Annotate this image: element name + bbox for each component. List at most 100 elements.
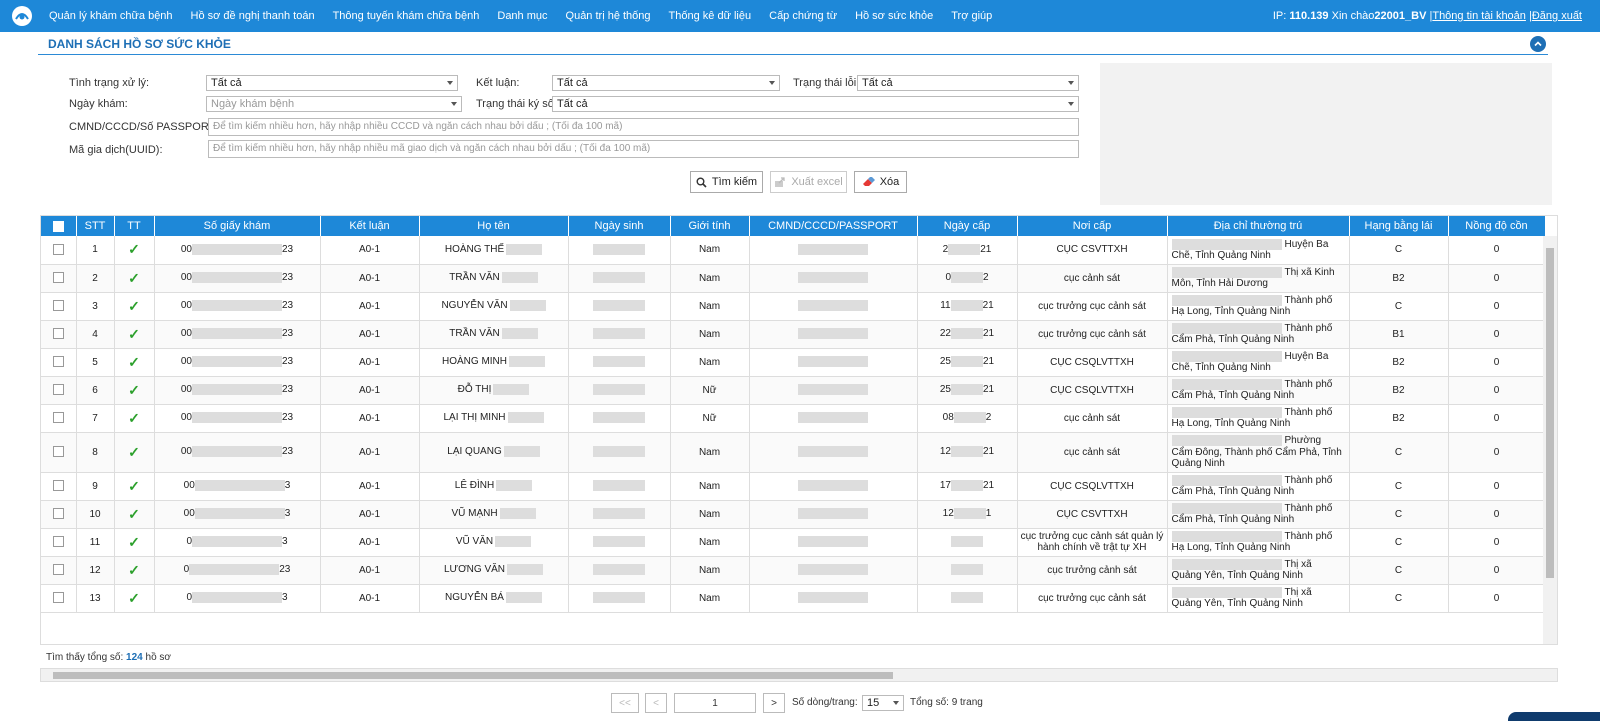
header-address[interactable]: Địa chỉ thường trú <box>1167 216 1350 236</box>
exam-number-suffix: 23 <box>282 272 294 284</box>
check-icon: ✓ <box>128 381 140 398</box>
header-issue-date[interactable]: Ngày cấp <box>917 216 1018 236</box>
nav-item-3[interactable]: Danh mục <box>497 10 547 22</box>
logout-link[interactable]: Đăng xuất <box>1532 10 1582 22</box>
select-all-checkbox[interactable] <box>52 220 64 232</box>
header-stt[interactable]: STT <box>76 216 115 236</box>
cell-full-name: TRẦN VĂN <box>419 320 569 349</box>
table-row[interactable]: 6 ✓ 00 23 A0-1 ĐỖ THỊ Nữ 25 21 CỤC CSQLVTTXH Thành… <box>41 376 1546 405</box>
cell-full-name: VŨ VĂN <box>419 528 569 557</box>
row-select[interactable] <box>41 320 77 349</box>
logo-icon[interactable] <box>11 5 33 27</box>
table-row[interactable]: 5 ✓ 00 23 A0-1 HOÀNG MINH Nam 25 21 CỤC CSQLVTTXH… <box>41 348 1546 377</box>
exam-date-input[interactable]: Ngày khám bệnh <box>206 96 462 112</box>
row-select[interactable] <box>41 348 77 377</box>
cell-issue-place: CỤC CSVTTXH <box>1017 236 1168 265</box>
redacted-block <box>507 564 543 576</box>
header-birth-date[interactable]: Ngày sinh <box>568 216 671 236</box>
row-select[interactable] <box>41 376 77 405</box>
row-checkbox[interactable] <box>52 356 64 368</box>
scrollbar-thumb[interactable] <box>53 672 893 679</box>
row-select[interactable] <box>41 236 77 265</box>
id-input[interactable]: Để tìm kiếm nhiều hơn, hãy nhập nhiều CC… <box>208 118 1079 136</box>
row-checkbox[interactable] <box>52 244 64 256</box>
row-select[interactable] <box>41 500 77 529</box>
row-checkbox[interactable] <box>52 300 64 312</box>
row-select[interactable] <box>41 432 77 473</box>
row-checkbox[interactable] <box>52 508 64 520</box>
horizontal-scrollbar[interactable] <box>40 668 1558 682</box>
header-issue-place[interactable]: Nơi cấp <box>1017 216 1168 236</box>
exam-number-prefix: 00 <box>180 300 192 312</box>
row-checkbox[interactable] <box>52 536 64 548</box>
nav-item-1[interactable]: Hồ sơ đề nghị thanh toán <box>191 10 315 22</box>
name-visible: HOÀNG THẾ <box>444 244 505 256</box>
header-id-number[interactable]: CMND/CCCD/PASSPORT <box>749 216 918 236</box>
nav-item-6[interactable]: Cấp chứng từ <box>769 10 837 22</box>
row-checkbox[interactable] <box>52 446 64 458</box>
header-conclusion[interactable]: Kết luận <box>320 216 420 236</box>
page-number-input[interactable]: 1 <box>674 693 756 713</box>
header-gender[interactable]: Giới tính <box>670 216 750 236</box>
table-row[interactable]: 10 ✓ 00 3 A0-1 VŨ MẠNH Nam 12 1 CỤC CSVTTXH Thành … <box>41 500 1546 529</box>
table-row[interactable]: 11 ✓ 0 3 A0-1 VŨ VĂN Nam cục trưởng cục cảnh sá… <box>41 528 1546 557</box>
account-link[interactable]: Thông tin tài khoản <box>1432 10 1526 22</box>
export-excel-button[interactable]: Xuất excel <box>770 171 847 193</box>
row-checkbox[interactable] <box>52 272 64 284</box>
row-select[interactable] <box>41 292 77 321</box>
row-checkbox[interactable] <box>52 480 64 492</box>
nav-item-5[interactable]: Thống kê dữ liệu <box>669 10 752 22</box>
redacted-block <box>951 328 983 340</box>
nav-item-4[interactable]: Quản trị hệ thống <box>566 10 651 22</box>
row-select[interactable] <box>41 584 77 613</box>
prev-page-button[interactable]: < <box>645 693 667 713</box>
clear-button[interactable]: Xóa <box>854 171 907 193</box>
cell-issue-place: cục trưởng cảnh sát <box>1017 556 1168 585</box>
uuid-input[interactable]: Để tìm kiếm nhiều hơn, hãy nhập nhiều mã… <box>208 140 1079 158</box>
row-select[interactable] <box>41 264 77 293</box>
info-panel <box>1100 63 1552 205</box>
redacted-block <box>495 536 532 548</box>
table-row[interactable]: 3 ✓ 00 23 A0-1 NGUYỄN VĂN Nam 11 21 cục trưởng cụ… <box>41 292 1546 321</box>
next-page-button[interactable]: > <box>763 693 785 713</box>
status-select[interactable]: Tất cả <box>206 75 458 91</box>
nav-item-7[interactable]: Hồ sơ sức khỏe <box>855 10 933 22</box>
table-row[interactable]: 4 ✓ 00 23 A0-1 TRẦN VĂN Nam 22 21 cục trưởng cục … <box>41 320 1546 349</box>
rows-per-page-select[interactable]: 15 <box>862 695 904 711</box>
table-row[interactable]: 12 ✓ 0 23 A0-1 LƯƠNG VĂN Nam cục trưởng cảnh sá… <box>41 556 1546 585</box>
sign-status-select[interactable]: Tất cả <box>552 96 1079 112</box>
table-row[interactable]: 2 ✓ 00 23 A0-1 TRẦN VĂN Nam 0 2 cục cảnh sát Thị x… <box>41 264 1546 293</box>
row-select[interactable] <box>41 404 77 433</box>
header-select-all[interactable] <box>41 216 77 236</box>
header-license-class[interactable]: Hạng bằng lái <box>1349 216 1449 236</box>
error-status-select[interactable]: Tất cả <box>857 75 1079 91</box>
nav-item-8[interactable]: Trợ giúp <box>951 10 992 22</box>
nav-item-2[interactable]: Thông tuyến khám chữa bệnh <box>333 10 480 22</box>
row-checkbox[interactable] <box>52 564 64 576</box>
collapse-button[interactable] <box>1530 36 1546 52</box>
scrollbar-thumb[interactable] <box>1546 248 1554 578</box>
table-row[interactable]: 7 ✓ 00 23 A0-1 LẠI THỊ MINH Nữ 08 2 cục cảnh sát T… <box>41 404 1546 433</box>
row-checkbox[interactable] <box>52 412 64 424</box>
row-select[interactable] <box>41 472 77 501</box>
row-checkbox[interactable] <box>52 592 64 604</box>
header-alcohol-level[interactable]: Nồng độ cồn <box>1448 216 1546 236</box>
row-select[interactable] <box>41 556 77 585</box>
search-button[interactable]: Tìm kiếm <box>690 171 763 193</box>
header-exam-number[interactable]: Số giấy khám <box>154 216 321 236</box>
table-row[interactable]: 1 ✓ 00 23 A0-1 HOÀNG THẾ Nam 2 21 CỤC CSVTTXH Huyệ… <box>41 236 1546 265</box>
vertical-scrollbar[interactable] <box>1543 236 1557 644</box>
table-row[interactable]: 13 ✓ 0 3 A0-1 NGUYỄN BÁ Nam cục trưởng cục cảnh… <box>41 584 1546 613</box>
first-page-button[interactable]: << <box>611 693 639 713</box>
nav-item-0[interactable]: Quản lý khám chữa bệnh <box>49 10 173 22</box>
header-tt[interactable]: TT <box>114 216 155 236</box>
table-row[interactable]: 9 ✓ 00 3 A0-1 LÊ ĐÌNH Nam 17 21 CỤC CSQLVTTXH Thàn… <box>41 472 1546 501</box>
row-checkbox[interactable] <box>52 384 64 396</box>
table-row[interactable]: 8 ✓ 00 23 A0-1 LẠI QUANG Nam 12 21 cục cảnh sát Ph… <box>41 432 1546 473</box>
row-select[interactable] <box>41 528 77 557</box>
conclusion-select[interactable]: Tất cả <box>552 75 780 91</box>
cell-issue-date <box>917 556 1018 585</box>
header-full-name[interactable]: Họ tên <box>419 216 569 236</box>
row-checkbox[interactable] <box>52 328 64 340</box>
redacted-block <box>948 244 981 256</box>
